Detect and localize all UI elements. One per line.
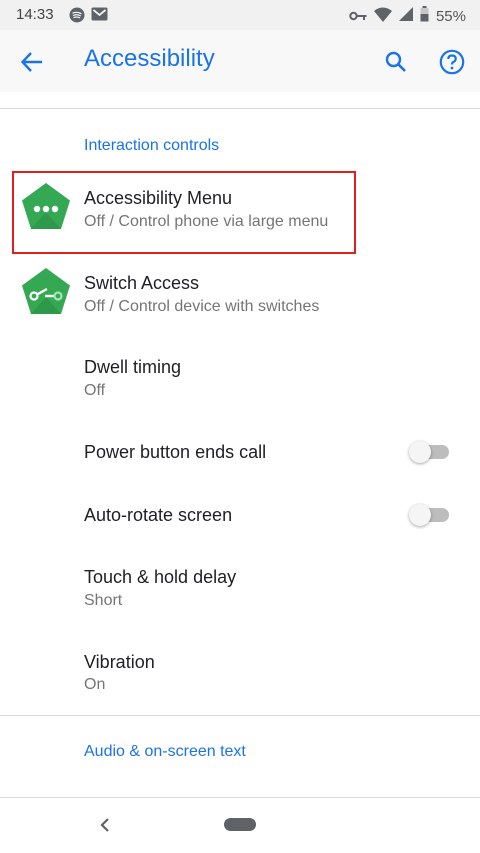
pref-title: Power button ends call <box>84 442 267 462</box>
pref-summary: Off / Control device with switches <box>84 298 320 315</box>
power-button-ends-call-toggle[interactable] <box>409 440 451 464</box>
auto-rotate-screen-toggle[interactable] <box>409 503 451 527</box>
navigation-bar <box>0 798 480 853</box>
help-button[interactable] <box>434 44 470 80</box>
battery-icon <box>420 6 429 26</box>
wifi-icon <box>373 7 392 26</box>
pref-summary: Short <box>84 592 123 609</box>
pref-dwell-timing[interactable]: Dwell timing Off <box>0 342 480 426</box>
pref-title: Vibration <box>84 652 155 672</box>
pref-vibration[interactable]: Vibration On <box>0 638 480 714</box>
switch-access-icon <box>20 266 72 323</box>
top-divider <box>0 108 480 109</box>
back-button[interactable] <box>14 44 50 80</box>
status-bar: 14:33 55% <box>0 0 480 30</box>
page-title: Accessibility <box>84 45 215 72</box>
pref-title: Auto-rotate screen <box>84 505 233 525</box>
nav-back-button[interactable] <box>94 814 116 836</box>
chevron-left-icon <box>100 818 109 832</box>
search-button[interactable] <box>378 44 414 80</box>
search-icon <box>385 51 406 72</box>
gmail-icon <box>91 7 108 27</box>
pref-title: Touch & hold delay <box>84 567 237 587</box>
pref-title: Switch Access <box>84 273 200 293</box>
arrow-back-icon <box>21 52 42 72</box>
signal-icon <box>398 7 413 25</box>
nav-home-button[interactable] <box>224 818 256 831</box>
pref-summary: Off <box>84 382 106 399</box>
status-time: 14:33 <box>16 6 54 23</box>
pref-power-button-ends-call[interactable]: Power button ends call <box>0 428 480 490</box>
pref-title: Dwell timing <box>84 357 182 377</box>
highlight-box <box>12 171 356 254</box>
battery-percentage: 55% <box>435 7 466 25</box>
pref-auto-rotate-screen[interactable]: Auto-rotate screen <box>0 491 480 553</box>
section-header-interaction-controls: Interaction controls <box>84 137 220 154</box>
app-bar: Accessibility <box>0 30 480 92</box>
help-icon <box>439 49 465 75</box>
section-divider <box>0 715 480 716</box>
section-header-audio-on-screen-text: Audio & on-screen text <box>84 743 246 760</box>
pref-summary: On <box>84 676 106 693</box>
pref-switch-access[interactable]: Switch Access Off / Control device with … <box>0 256 480 340</box>
pref-touch-hold-delay[interactable]: Touch & hold delay Short <box>0 553 480 637</box>
vpn-key-icon <box>349 8 367 25</box>
spotify-icon <box>69 7 85 27</box>
